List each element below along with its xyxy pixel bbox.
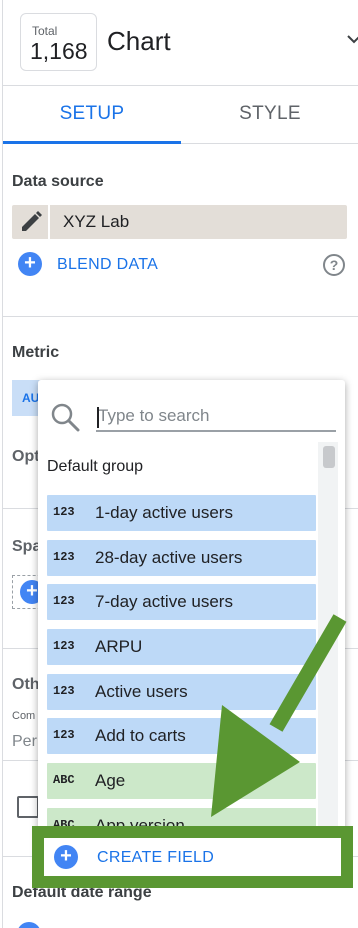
field-search-input[interactable] bbox=[96, 402, 336, 432]
number-type-icon: 123 bbox=[53, 505, 75, 519]
blend-data-button[interactable]: + BLEND DATA bbox=[18, 252, 158, 278]
create-field-button[interactable]: + CREATE FIELD bbox=[44, 838, 341, 876]
number-type-icon: 123 bbox=[53, 594, 75, 609]
pencil-icon bbox=[22, 211, 42, 231]
data-source-heading: Data source bbox=[12, 173, 104, 190]
comparison-label: Com bbox=[12, 710, 36, 722]
number-type-icon: 123 bbox=[53, 683, 75, 698]
tab-setup[interactable]: SETUP bbox=[3, 86, 181, 144]
field-name: Active users bbox=[95, 681, 188, 701]
plus-circle-icon: + bbox=[54, 845, 78, 869]
text-cursor bbox=[97, 407, 99, 428]
field-picker-dropdown: Default group 123 1-day active users 123… bbox=[38, 380, 345, 860]
edit-data-source-button[interactable] bbox=[12, 205, 50, 239]
field-item[interactable]: 123 ARPU bbox=[47, 629, 316, 666]
data-source-name: XYZ Lab bbox=[63, 212, 130, 231]
metric-chip-type: AU bbox=[22, 391, 40, 405]
field-item[interactable]: 123 Active users bbox=[47, 673, 316, 710]
blend-data-label: BLEND DATA bbox=[57, 256, 159, 273]
scrollbar-track[interactable] bbox=[318, 442, 338, 852]
text-type-icon: ABC bbox=[53, 773, 75, 788]
optional-metrics-label: Opt bbox=[12, 448, 40, 465]
section-divider bbox=[3, 316, 358, 317]
panel-title: Chart bbox=[107, 26, 171, 56]
scorecard-total-value: 1,168 bbox=[30, 38, 88, 64]
other-section-label: Oth bbox=[12, 676, 40, 693]
comparison-value[interactable]: Per bbox=[12, 733, 37, 751]
number-type-icon: 123 bbox=[53, 549, 75, 564]
number-type-icon: 123 bbox=[53, 639, 75, 654]
plus-circle-icon: + bbox=[18, 252, 42, 276]
field-name: 28-day active users bbox=[95, 547, 243, 567]
scorecard-total-label: Total bbox=[32, 24, 58, 38]
date-range-radio[interactable] bbox=[17, 922, 41, 928]
panel-tabs: SETUP STYLE bbox=[3, 86, 358, 144]
sparkline-label: Spa bbox=[12, 538, 42, 555]
chevron-down-icon[interactable] bbox=[347, 34, 358, 44]
search-icon bbox=[51, 403, 80, 432]
field-name: Age bbox=[95, 771, 126, 791]
field-item[interactable]: 123 1-day active users bbox=[47, 495, 316, 531]
field-name: 7-day active users bbox=[95, 592, 233, 612]
option-checkbox[interactable] bbox=[17, 796, 39, 818]
data-source-selector[interactable]: XYZ Lab bbox=[12, 205, 347, 239]
chart-header: Total 1,168 Chart bbox=[3, 0, 358, 86]
metric-heading: Metric bbox=[12, 344, 60, 361]
field-name: Add to carts bbox=[95, 726, 186, 746]
create-field-label: CREATE FIELD bbox=[97, 849, 215, 866]
field-item[interactable]: 123 28-day active users bbox=[47, 539, 316, 576]
field-item[interactable]: 123 7-day active users bbox=[47, 584, 316, 621]
help-icon[interactable]: ? bbox=[323, 254, 345, 276]
tab-style[interactable]: STYLE bbox=[181, 86, 358, 144]
field-item[interactable]: ABC Age bbox=[47, 763, 316, 800]
scrollbar-thumb[interactable] bbox=[323, 446, 335, 468]
field-name: ARPU bbox=[95, 637, 143, 657]
field-list: 123 1-day active users 123 28-day active… bbox=[47, 495, 316, 853]
field-name: 1-day active users bbox=[95, 503, 233, 522]
field-group-label: Default group bbox=[47, 458, 144, 475]
field-item[interactable]: 123 Add to carts bbox=[47, 718, 316, 755]
number-type-icon: 123 bbox=[53, 728, 75, 743]
chart-type-thumbnail[interactable]: Total 1,168 bbox=[20, 13, 97, 71]
